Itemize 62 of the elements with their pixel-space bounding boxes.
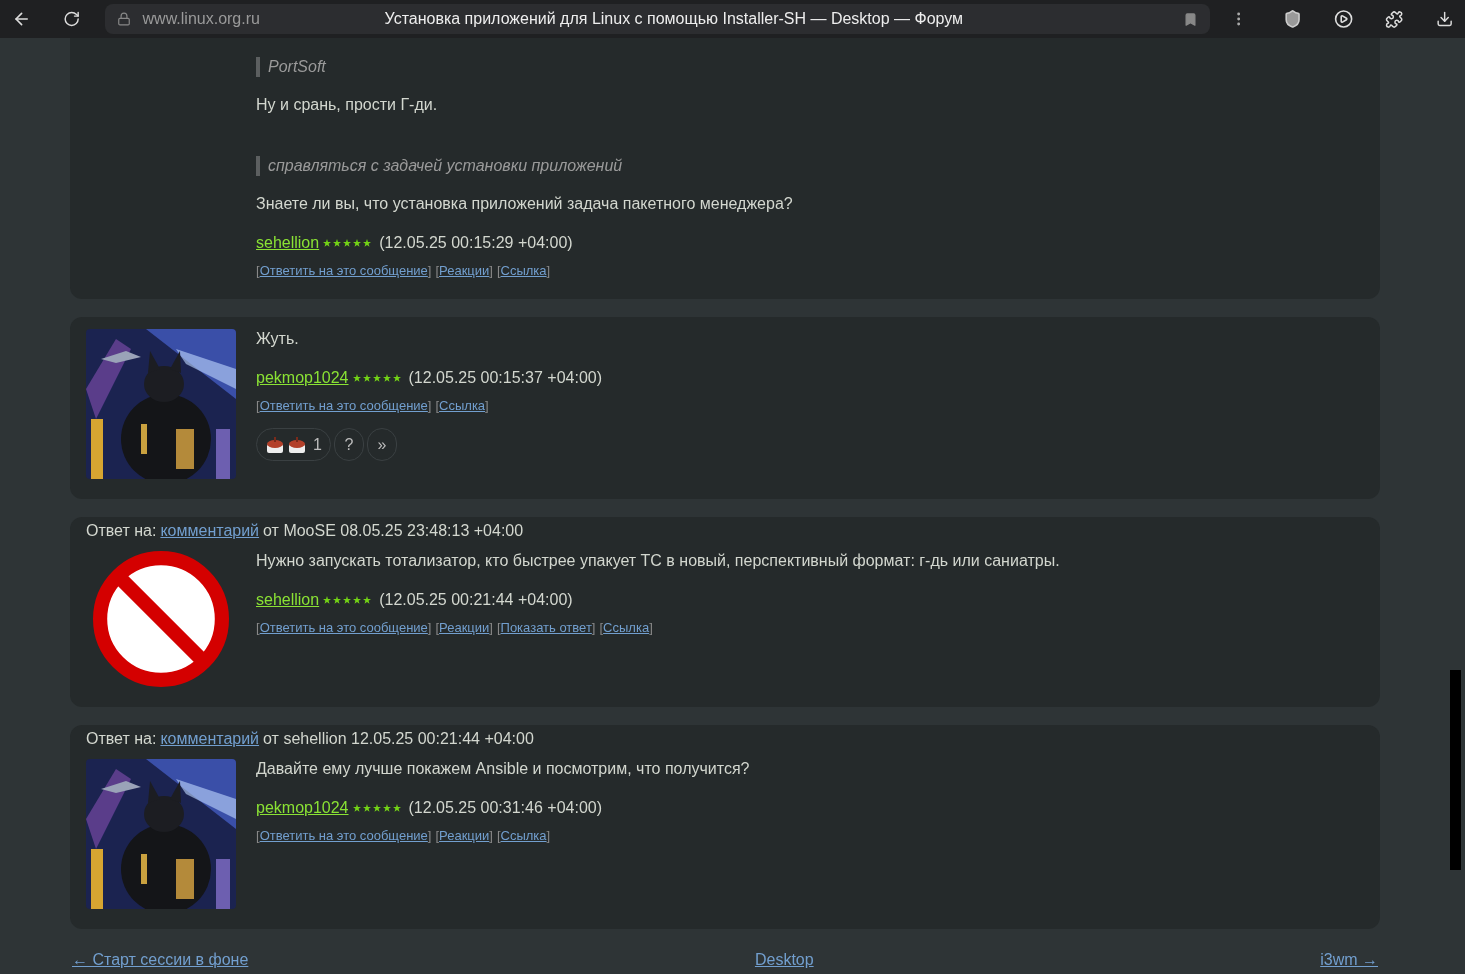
page-title: Установка приложений для Linux с помощью Installer-SH — Desktop — Форум bbox=[384, 9, 965, 29]
cake-icon bbox=[287, 435, 307, 454]
author-link[interactable]: pekmop1024 bbox=[256, 798, 349, 818]
reply-label: Ответ на: bbox=[86, 729, 157, 749]
bracket: ] bbox=[427, 398, 432, 414]
reply-info: от sehellion 12.05.25 00:21:44 +04:00 bbox=[263, 729, 534, 749]
quote: справляться с задачей установки приложений bbox=[256, 156, 1364, 176]
reply-info: от MooSE 08.05.25 23:48:13 +04:00 bbox=[263, 521, 524, 541]
post-date: (12.05.25 00:21:44 +04:00) bbox=[379, 590, 573, 610]
bracket: ] bbox=[427, 620, 432, 636]
reply-label: Ответ на: bbox=[86, 521, 157, 541]
bracket: ] bbox=[489, 263, 493, 279]
post-text: Нужно запускать тотализатор, кто быстрее упакует ТС в новый, перспективный формат: г-дь или саниатры. bbox=[256, 551, 1061, 571]
play-icon[interactable] bbox=[1334, 9, 1354, 29]
reply-link[interactable]: комментарий bbox=[160, 521, 260, 541]
bracket: [ bbox=[256, 398, 260, 414]
reply-link[interactable]: комментарий bbox=[160, 729, 260, 749]
post-text: Жуть. bbox=[256, 329, 300, 349]
prev-topic-link[interactable]: ← Старт сессии в фоне bbox=[72, 950, 249, 970]
bracket: [ bbox=[435, 828, 440, 844]
quote: PortSoft bbox=[256, 57, 1364, 77]
shield-icon[interactable] bbox=[1282, 9, 1303, 29]
post-text: Ну и срань, прости Г-ди. bbox=[256, 95, 439, 115]
post-text: Давайте ему лучше покажем Ansible и посмотрим, что получится? bbox=[256, 759, 751, 779]
address-bar[interactable]: www.linux.org.ru Установка приложений для Linux с помощью Installer-SH — Desktop — Форум bbox=[104, 4, 1210, 34]
prohibition-sign-icon bbox=[93, 551, 229, 687]
bracket: [ bbox=[435, 620, 440, 636]
bracket: ] bbox=[427, 828, 432, 844]
bookmark-icon[interactable] bbox=[1182, 11, 1198, 27]
bracket: [ bbox=[256, 828, 260, 844]
bracket: [ bbox=[496, 828, 501, 844]
post-date: (12.05.25 00:31:46 +04:00) bbox=[408, 798, 602, 818]
download-icon[interactable] bbox=[1435, 10, 1453, 28]
bracket: ] bbox=[649, 620, 653, 636]
lock-icon bbox=[116, 12, 131, 26]
post-text: Знаете ли вы, что установка приложений задача пакетного менеджера? bbox=[256, 194, 794, 214]
bracket: ] bbox=[591, 620, 596, 636]
bracket: [ bbox=[256, 263, 260, 279]
author-link[interactable]: sehellion bbox=[256, 590, 320, 610]
post-date: (12.05.25 00:15:29 +04:00) bbox=[379, 233, 573, 253]
bracket: ] bbox=[485, 398, 489, 414]
bracket: ] bbox=[546, 263, 551, 279]
bracket: [ bbox=[496, 263, 501, 279]
url-text: www.linux.org.ru bbox=[142, 9, 261, 29]
bracket: ] bbox=[489, 620, 493, 636]
bracket: ] bbox=[489, 828, 493, 844]
forum-link[interactable]: Desktop bbox=[754, 950, 814, 970]
post-date: (12.05.25 00:15:37 +04:00) bbox=[408, 368, 602, 388]
next-topic-link[interactable]: i3wm → bbox=[1320, 950, 1378, 970]
cake-icon bbox=[265, 435, 285, 454]
bracket: [ bbox=[256, 620, 260, 636]
bracket: [ bbox=[599, 620, 604, 636]
bracket: [ bbox=[435, 398, 440, 414]
extension-icon[interactable] bbox=[1385, 9, 1404, 29]
bracket: ] bbox=[427, 263, 432, 279]
bracket: ] bbox=[546, 828, 551, 844]
author-link[interactable]: sehellion bbox=[256, 233, 320, 253]
author-link[interactable]: pekmop1024 bbox=[256, 368, 349, 388]
bracket: [ bbox=[496, 620, 501, 636]
bracket: [ bbox=[435, 263, 440, 279]
reload-icon[interactable] bbox=[63, 10, 81, 28]
scrollbar-thumb[interactable] bbox=[1450, 670, 1461, 870]
